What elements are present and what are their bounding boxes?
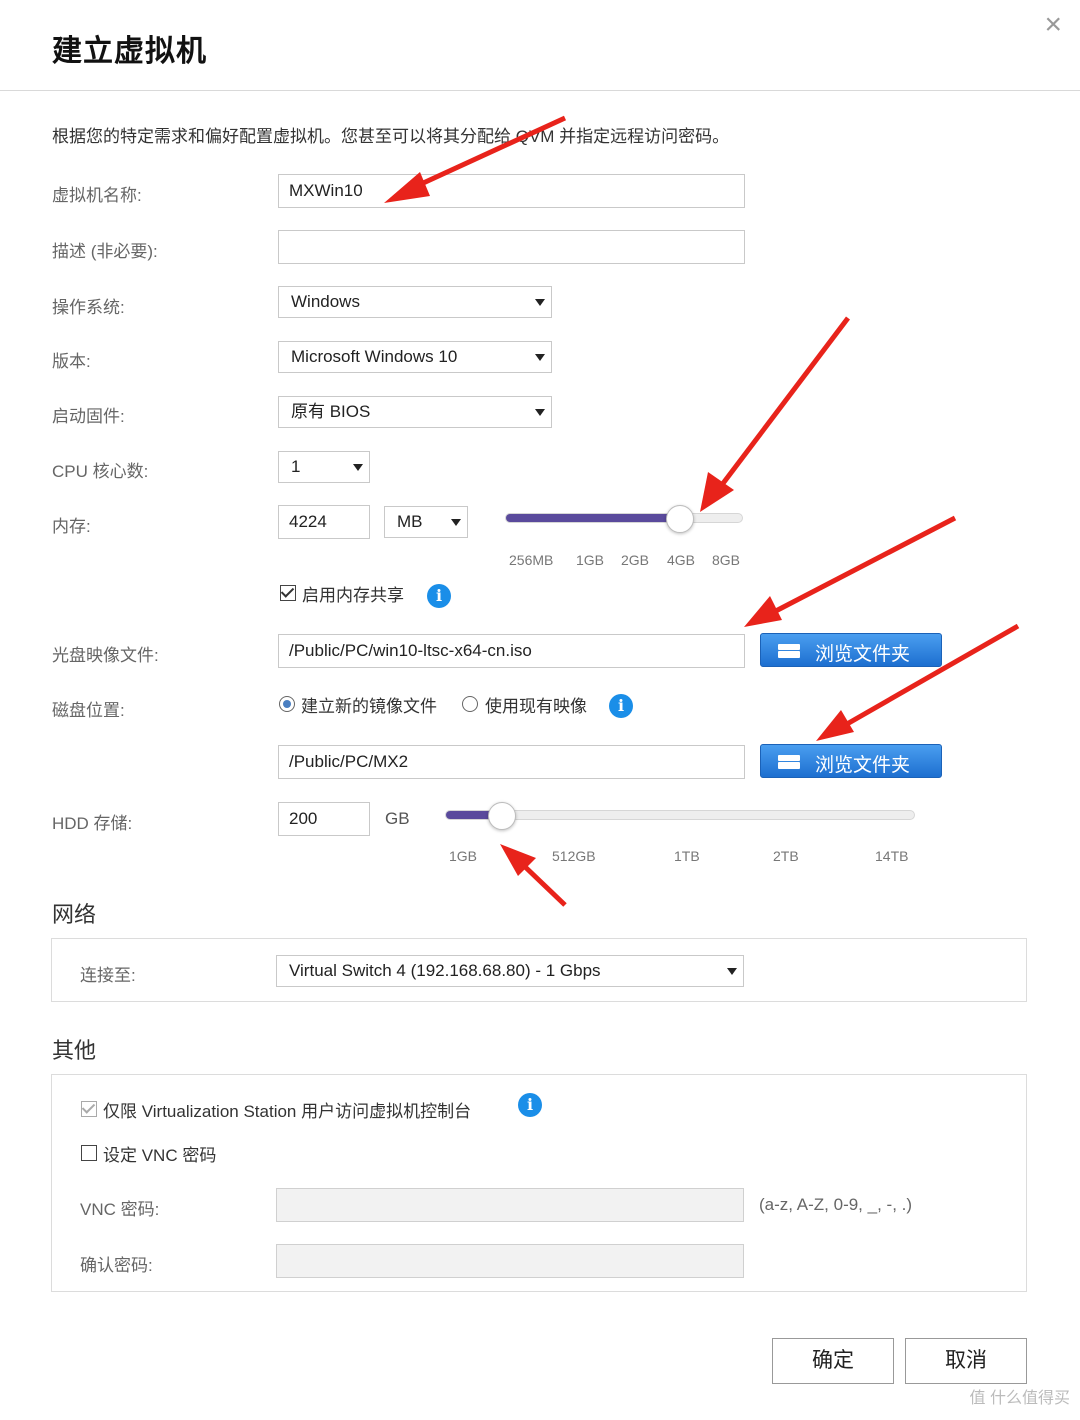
annotation-arrows xyxy=(384,115,1020,907)
red-arrow-icon xyxy=(500,844,567,907)
red-arrow-icon xyxy=(744,515,957,627)
red-arrow-icon xyxy=(700,316,850,512)
red-arrow-icon xyxy=(816,623,1020,741)
red-arrow-icon xyxy=(384,115,567,203)
